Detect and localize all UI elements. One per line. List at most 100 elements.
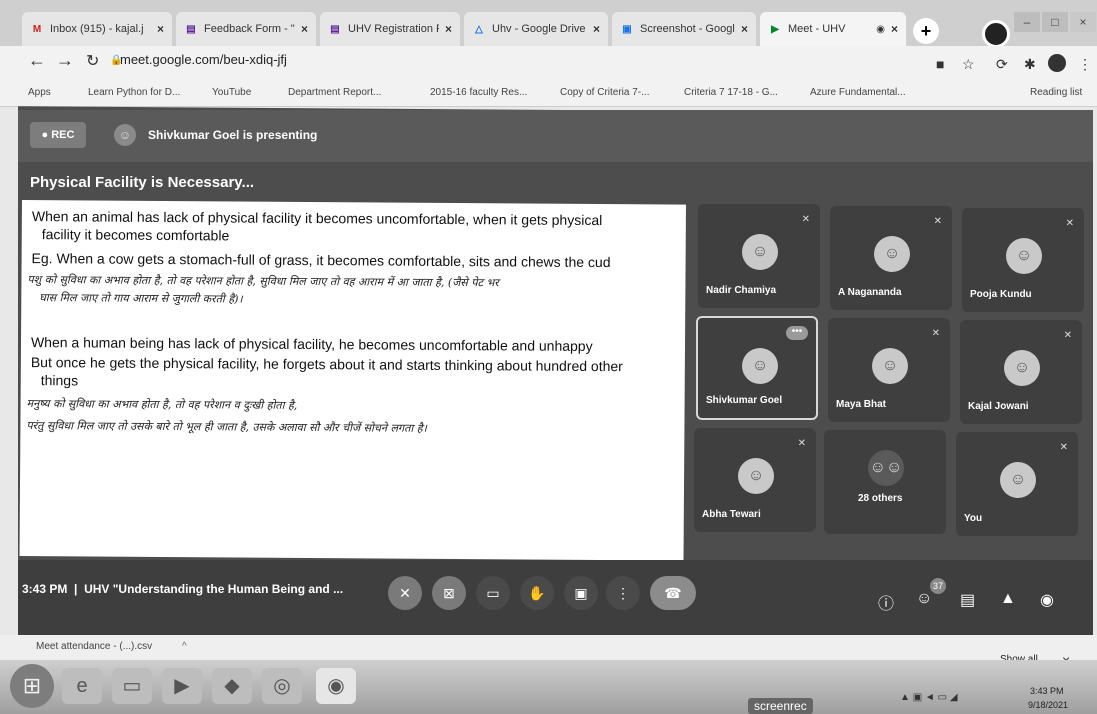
back-icon[interactable]: ←: [28, 50, 46, 71]
participant-tile[interactable]: ✕ ☺ Abha Tewari: [694, 428, 816, 532]
hand-icon: ✋: [528, 585, 546, 601]
meeting-time: 3:43 PM: [22, 582, 68, 596]
people-icon[interactable]: ☺: [916, 590, 932, 608]
taskbar-app[interactable]: ◆: [212, 668, 252, 704]
tab-uhv-registration[interactable]: ▤ UHV Registration Fo ×: [320, 12, 460, 46]
host-controls-icon[interactable]: ◉: [1040, 590, 1054, 610]
participant-name: A Nagananda: [838, 287, 902, 298]
gmail-icon: M: [32, 23, 42, 35]
bookmark-criteria[interactable]: Criteria 7 17-18 - G...: [684, 87, 778, 98]
new-tab-button[interactable]: +: [913, 18, 939, 44]
taskbar-app[interactable]: ◎: [262, 668, 302, 704]
close-icon[interactable]: ×: [301, 22, 308, 36]
more-options-button[interactable]: ⋮: [606, 576, 640, 610]
close-icon[interactable]: ×: [593, 22, 600, 36]
mic-off-icon: ✕: [933, 216, 942, 227]
group-avatar: ☺☺: [868, 450, 904, 486]
extension-icon[interactable]: ⟳: [996, 56, 1008, 73]
close-icon[interactable]: ×: [741, 22, 748, 36]
present-button[interactable]: ▣: [564, 576, 598, 610]
app-icon: ◎: [273, 675, 291, 697]
camera-toggle-button[interactable]: ⊠: [432, 576, 466, 610]
tab-gmail[interactable]: M Inbox (915) - kajal.j ×: [22, 12, 172, 46]
system-tray[interactable]: ▲ ▣ ◄ ▭ ◢: [900, 692, 958, 703]
tab-feedback-form[interactable]: ▤ Feedback Form - "U ×: [176, 12, 316, 46]
participant-tile[interactable]: ✕ ☺ Nadir Chamiya: [698, 204, 820, 308]
participant-tile[interactable]: ✕ ☺ A Nagananda: [830, 206, 952, 310]
participant-name: Nadir Chamiya: [706, 285, 777, 296]
minimize-button[interactable]: –: [1014, 12, 1040, 32]
screenrec-watermark: screenrec: [748, 698, 813, 714]
tab-meet[interactable]: ▶ Meet - UHV ◉ ×: [760, 12, 906, 46]
slide-line-hindi: घास मिल जाए तो गाय आराम से जुगाली करती ह…: [39, 291, 243, 306]
tab-screenshot[interactable]: ▣ Screenshot - Googl ×: [612, 12, 756, 46]
signal-icon[interactable]: ◢: [950, 692, 958, 703]
chat-icon[interactable]: ▤: [960, 590, 975, 610]
participant-tile-self[interactable]: ✕ ☺ You: [956, 432, 1078, 536]
folder-icon: ▭: [122, 675, 142, 697]
start-button[interactable]: ⊞: [10, 664, 54, 708]
raise-hand-button[interactable]: ✋: [520, 576, 554, 610]
taskbar-explorer[interactable]: ▭: [112, 668, 152, 704]
bookmark-faculty[interactable]: 2015-16 faculty Res...: [430, 87, 527, 98]
close-icon[interactable]: ×: [157, 22, 164, 36]
mic-off-icon: ✕: [801, 214, 810, 225]
participant-name: Kajal Jowani: [968, 401, 1029, 412]
info-icon[interactable]: ⓘ: [878, 590, 894, 614]
bookmark-python[interactable]: Learn Python for D...: [88, 87, 180, 98]
mic-off-icon: ✕: [797, 438, 806, 449]
download-item[interactable]: Meet attendance - (...).csv: [36, 641, 152, 652]
avatar: ☺: [1000, 462, 1036, 498]
mic-toggle-button[interactable]: ✕: [388, 576, 422, 610]
participant-name: Pooja Kundu: [970, 289, 1032, 300]
bookmark-department[interactable]: Department Report...: [288, 87, 381, 98]
taskbar-chrome[interactable]: ◉: [316, 668, 356, 704]
close-icon[interactable]: ×: [445, 22, 452, 36]
taskbar-date[interactable]: 9/18/2021: [1028, 700, 1068, 710]
slide-line-hindi: परंतु सुविधा मिल जाए तो उसके बारे तो भूल…: [26, 419, 427, 435]
taskbar-ie[interactable]: e: [62, 668, 102, 704]
participant-tile[interactable]: ✕ ☺ Kajal Jowani: [960, 320, 1082, 424]
forward-icon[interactable]: →: [56, 50, 74, 71]
profile-icon[interactable]: [982, 20, 1010, 48]
bookmark-star-icon[interactable]: ☆: [962, 56, 975, 73]
network-icon[interactable]: ▣: [913, 692, 922, 703]
volume-icon[interactable]: ◄: [925, 692, 935, 703]
activities-icon[interactable]: ▲: [1000, 590, 1016, 608]
participant-tile-others[interactable]: ☺☺ 28 others: [824, 430, 946, 534]
tab-google-drive[interactable]: △ Uhv - Google Drive ×: [464, 12, 608, 46]
tray-arrow-icon[interactable]: ▲: [900, 692, 910, 703]
participant-name: Maya Bhat: [836, 399, 887, 410]
account-avatar-icon[interactable]: [1048, 54, 1066, 72]
bookmarks-bar: Apps Learn Python for D... YouTube Depar…: [0, 80, 1097, 107]
reload-icon[interactable]: ↻: [86, 51, 99, 71]
forms-icon: ▤: [330, 23, 340, 35]
meeting-info: 3:43 PM | UHV "Understanding the Human B…: [22, 582, 343, 596]
chevron-up-icon[interactable]: ^: [182, 641, 187, 652]
bookmark-criteria-copy[interactable]: Copy of Criteria 7-...: [560, 87, 649, 98]
camera-icon[interactable]: ■: [936, 56, 944, 72]
participant-tile[interactable]: ✕ ☺ Maya Bhat: [828, 318, 950, 422]
reading-list[interactable]: Reading list: [1030, 87, 1082, 98]
tab-label: Screenshot - Googl: [640, 23, 735, 35]
puzzle-icon[interactable]: ✱: [1024, 56, 1036, 73]
avatar: ☺: [742, 348, 778, 384]
bookmark-youtube[interactable]: YouTube: [212, 87, 251, 98]
taskbar-media[interactable]: ▶: [162, 668, 202, 704]
leave-call-button[interactable]: ☎: [650, 576, 696, 610]
maximize-button[interactable]: □: [1042, 12, 1068, 32]
window-close-button[interactable]: ×: [1070, 12, 1096, 32]
bookmark-apps[interactable]: Apps: [28, 87, 51, 98]
bookmark-azure[interactable]: Azure Fundamental...: [810, 87, 906, 98]
close-icon[interactable]: ×: [891, 22, 898, 36]
present-icon: ▣: [574, 585, 588, 601]
battery-icon[interactable]: ▭: [938, 692, 947, 703]
more-options-icon[interactable]: •••: [786, 326, 808, 340]
audio-playing-icon[interactable]: ◉: [876, 24, 885, 35]
address-bar[interactable]: meet.google.com/beu-xdiq-jfj: [120, 52, 287, 67]
taskbar-time[interactable]: 3:43 PM: [1030, 686, 1064, 696]
participant-tile-presenter[interactable]: ••• ☺ Shivkumar Goel: [696, 316, 818, 420]
participant-tile[interactable]: ✕ ☺ Pooja Kundu: [962, 208, 1084, 312]
captions-button[interactable]: ▭: [476, 576, 510, 610]
menu-dots-icon[interactable]: ⋮: [1078, 56, 1092, 73]
